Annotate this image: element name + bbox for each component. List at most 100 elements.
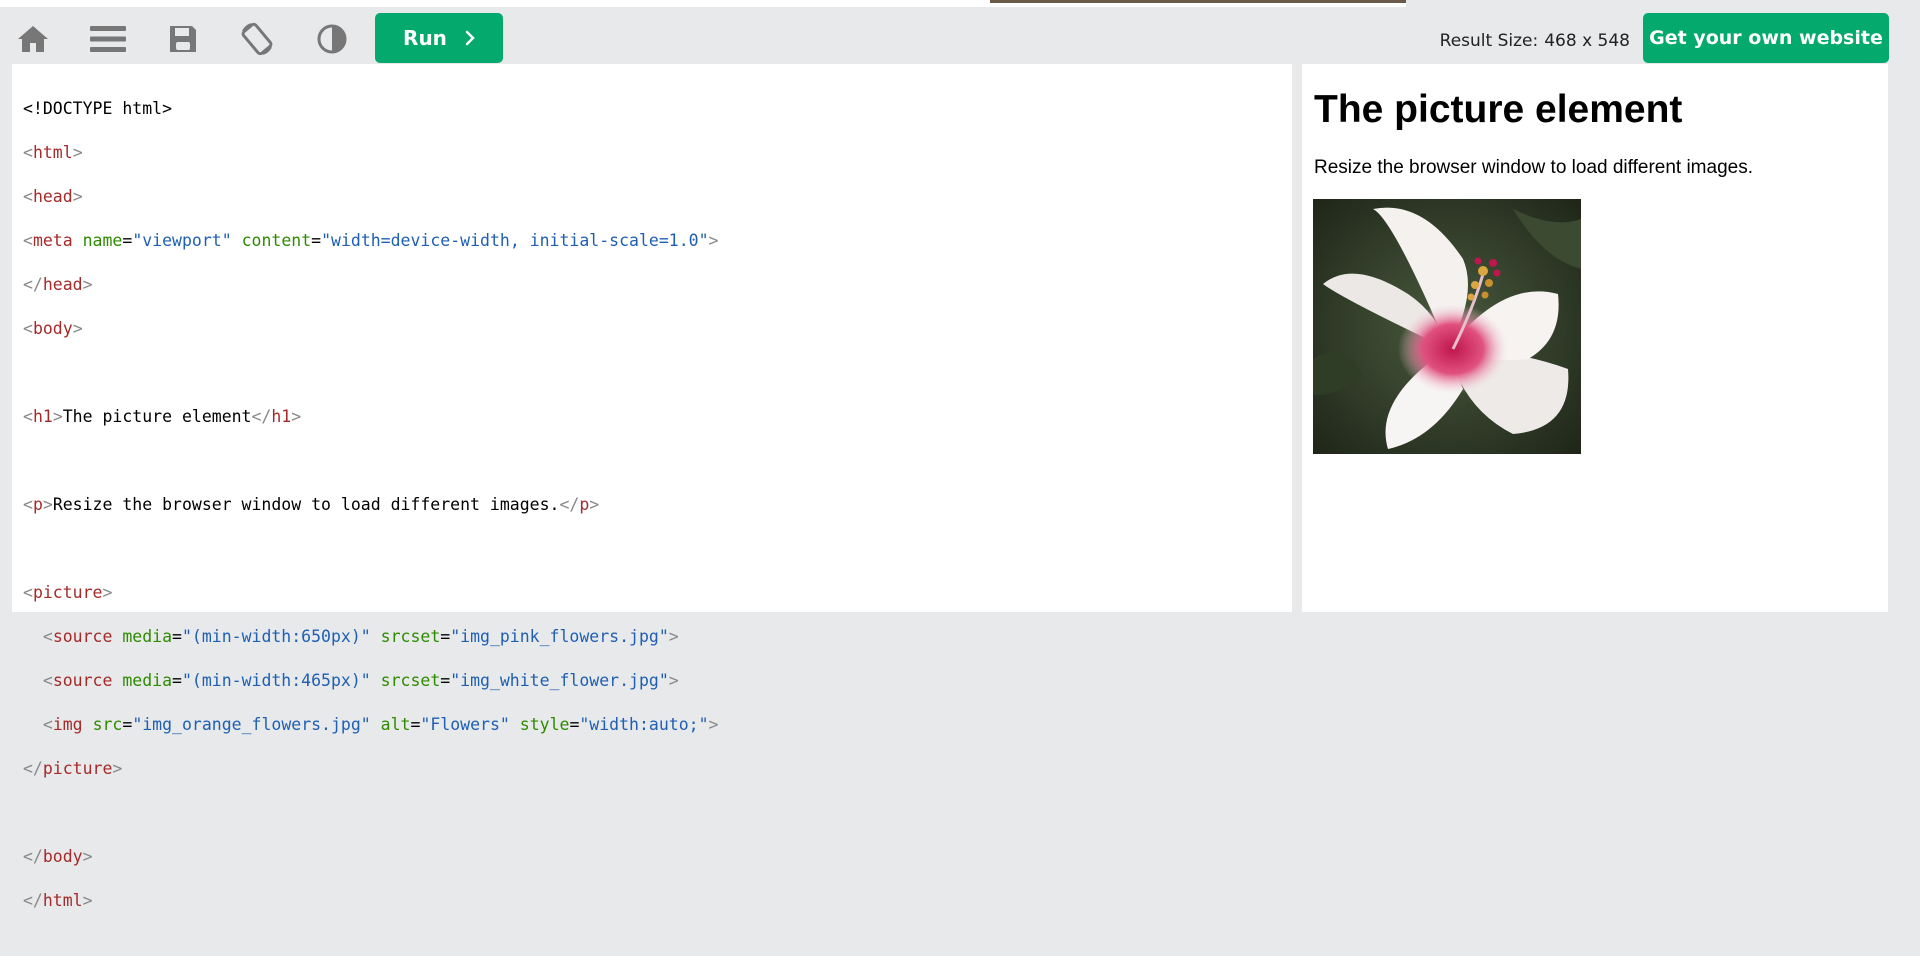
run-label: Run (403, 26, 447, 50)
result-panel: The picture element Resize the browser w… (1302, 64, 1888, 612)
code-token: </ (251, 407, 272, 426)
code-token: body (42, 847, 83, 866)
code-token: > (72, 319, 83, 338)
menu-icon[interactable] (88, 19, 128, 59)
result-heading: The picture element (1314, 88, 1683, 131)
code-token: > (589, 495, 600, 514)
code-token: media (122, 627, 173, 646)
code-token: "img_pink_flowers.jpg" (450, 627, 669, 646)
code-token: p (579, 495, 590, 514)
code-token: > (52, 407, 63, 426)
get-your-own-website-button[interactable]: Get your own website (1643, 13, 1889, 63)
run-button[interactable]: Run (375, 13, 503, 63)
code-token: "img_orange_flowers.jpg" (132, 715, 371, 734)
code-line: <img src="img_orange_flowers.jpg" alt="F… (42, 715, 719, 734)
code-line: <source media="(min-width:650px)" srcset… (42, 627, 679, 646)
home-icon[interactable] (13, 19, 53, 59)
code-line: <head> (23, 186, 718, 208)
code-line: </picture> (23, 758, 718, 780)
save-icon[interactable] (163, 19, 203, 59)
code-token: > (668, 671, 679, 690)
code-token: "Flowers" (420, 715, 510, 734)
code-line: <p>Resize the browser window to load dif… (23, 494, 718, 516)
code-token: < (23, 319, 33, 338)
code-token: source (52, 671, 113, 690)
panel-splitter[interactable] (1292, 64, 1302, 612)
code-token: "width:auto;" (579, 715, 709, 734)
code-token: h1 (271, 407, 292, 426)
code-token: style (519, 715, 570, 734)
code-line: <meta name="viewport" content="width=dev… (23, 231, 719, 250)
result-paragraph: Resize the browser window to load differ… (1314, 157, 1753, 178)
code-token: > (668, 627, 679, 646)
code-token: < (42, 671, 53, 690)
code-token: <!DOCTYPE html> (23, 99, 173, 118)
get-website-label: Get your own website (1649, 27, 1883, 49)
code-line: </body> (23, 846, 718, 868)
code-token: "(min-width:650px)" (181, 627, 371, 646)
code-token: < (42, 715, 53, 734)
code-line: <picture> (23, 582, 718, 604)
code-token: h1 (32, 407, 53, 426)
code-token: html (32, 143, 73, 162)
theme-icon[interactable] (312, 19, 352, 59)
code-token: src (92, 715, 123, 734)
toolbar: Run Result Size: 468 x 548 Get your own … (0, 7, 1920, 64)
rotate-icon[interactable] (237, 19, 277, 59)
code-token: name (82, 231, 123, 250)
code-text[interactable]: <!DOCTYPE html> <html> <head> <meta name… (23, 76, 718, 956)
code-token: meta (32, 231, 73, 250)
code-token: source (52, 627, 113, 646)
code-line: </html> (23, 890, 718, 912)
code-token: < (23, 187, 33, 206)
code-token: > (72, 187, 83, 206)
code-line: <body> (23, 318, 718, 340)
code-token: head (42, 275, 83, 294)
code-token: < (23, 231, 33, 250)
code-editor[interactable]: <!DOCTYPE html> <html> <head> <meta name… (12, 64, 1293, 910)
code-token: < (23, 495, 33, 514)
code-line: <h1>The picture element</h1> (23, 406, 718, 428)
code-token: body (32, 319, 73, 338)
result-size-label: Result Size: (1439, 31, 1539, 51)
code-token: picture (42, 759, 113, 778)
code-token: srcset (380, 627, 441, 646)
code-token: < (42, 627, 53, 646)
code-token: < (23, 407, 33, 426)
code-token: head (32, 187, 73, 206)
flower-image (1313, 199, 1581, 454)
code-token: > (72, 143, 83, 162)
code-line: <!DOCTYPE html> (23, 98, 718, 120)
code-token: </ (559, 495, 580, 514)
code-token: < (23, 143, 33, 162)
code-token: > (102, 583, 113, 602)
code-token: img (52, 715, 83, 734)
code-token: "viewport" (132, 231, 232, 250)
code-token: > (112, 759, 123, 778)
code-token: "img_white_flower.jpg" (450, 671, 669, 690)
code-token: > (42, 495, 53, 514)
code-token: </ (23, 847, 43, 866)
code-token: > (291, 407, 302, 426)
code-line: <source media="(min-width:465px)" srcset… (42, 671, 679, 690)
code-token: The picture element (62, 407, 252, 426)
code-token: > (82, 891, 93, 910)
code-token: "(min-width:465px)" (181, 671, 371, 690)
code-line: </head> (23, 274, 718, 296)
result-size: Result Size: 468 x 548 (1400, 31, 1630, 51)
code-token: > (708, 715, 719, 734)
code-token: > (708, 231, 719, 250)
code-token: Resize the browser window to load differ… (52, 495, 560, 514)
top-strip-image-edge (990, 0, 1406, 3)
code-line: <html> (23, 142, 718, 164)
code-token: > (82, 847, 93, 866)
code-token: </ (23, 891, 43, 910)
code-token: content (241, 231, 312, 250)
code-token: > (82, 275, 93, 294)
code-token: html (42, 891, 83, 910)
chevron-right-icon (465, 30, 475, 46)
result-size-value: 468 x 548 (1544, 31, 1630, 51)
